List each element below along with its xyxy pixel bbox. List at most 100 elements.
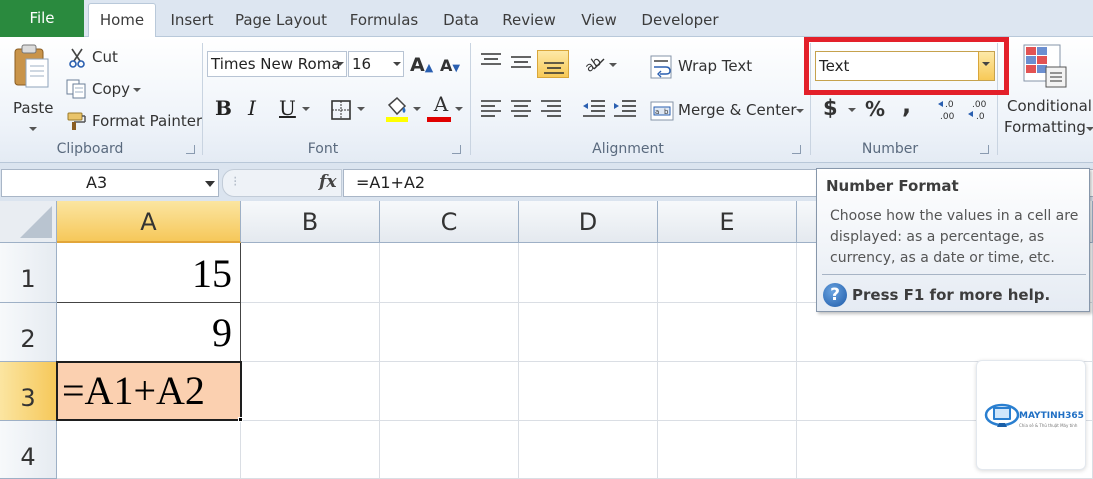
cell-e4[interactable] (658, 421, 797, 479)
wrap-text-button[interactable]: Wrap Text (650, 55, 760, 79)
align-center-icon[interactable] (509, 98, 533, 118)
tooltip-title: Number Format (826, 177, 959, 195)
merge-center-button[interactable]: a b Merge & Center (650, 99, 808, 123)
cell-d2[interactable] (519, 303, 658, 362)
chevron-down-icon[interactable] (609, 63, 617, 67)
conditional-formatting-button[interactable]: Conditional Formatting (1002, 41, 1093, 137)
cell-c3[interactable] (380, 362, 519, 421)
fill-handle[interactable] (238, 417, 243, 422)
cell-c4[interactable] (380, 421, 519, 479)
orientation-icon[interactable]: ab (582, 51, 606, 73)
chevron-down-icon[interactable] (205, 181, 215, 187)
tab-formulas[interactable]: Formulas (344, 6, 424, 36)
font-name-combo[interactable]: Times New Roma (207, 51, 347, 77)
copy-button[interactable]: Copy (66, 79, 146, 101)
cell-c1[interactable] (380, 243, 519, 303)
alignment-dialog-launcher[interactable] (792, 145, 801, 154)
row-header-3[interactable]: 3 (0, 362, 57, 421)
tab-view[interactable]: View (573, 6, 625, 36)
chevron-down-icon[interactable] (413, 107, 421, 111)
decrease-indent-icon[interactable] (581, 98, 607, 118)
number-dialog-launcher[interactable] (980, 145, 989, 154)
cell-a2[interactable]: 9 (57, 303, 241, 362)
font-color-icon[interactable]: A (429, 92, 453, 116)
row-header-2[interactable]: 2 (0, 303, 57, 362)
fill-color-icon[interactable] (384, 95, 410, 123)
italic-button[interactable]: I (248, 96, 256, 120)
chevron-down-icon[interactable] (848, 108, 856, 112)
tab-page-layout[interactable]: Page Layout (230, 6, 332, 36)
borders-icon[interactable] (330, 99, 352, 121)
font-name-value: Times New Roma (211, 55, 341, 73)
percent-style-button[interactable]: % (865, 97, 885, 121)
format-painter-button[interactable]: Format Painter (66, 111, 202, 133)
tab-review[interactable]: Review (497, 6, 561, 36)
font-size-combo[interactable]: 16 (348, 51, 404, 77)
underline-button[interactable]: U (279, 96, 296, 120)
cell-e1[interactable] (658, 243, 797, 303)
align-bottom-button[interactable] (537, 50, 569, 78)
align-right-icon[interactable] (539, 98, 563, 118)
cell-d3[interactable] (519, 362, 658, 421)
cell-e3[interactable] (658, 362, 797, 421)
select-all-button[interactable] (0, 201, 57, 243)
column-header-c[interactable]: C (380, 201, 519, 243)
svg-text:b: b (664, 108, 669, 116)
cell-a3[interactable]: =A1+A2 (56, 361, 242, 421)
font-group-label: Font (307, 141, 339, 157)
cell-d1[interactable] (519, 243, 658, 303)
cell-b3[interactable] (242, 362, 380, 421)
svg-text:ab: ab (583, 54, 605, 73)
increase-indent-icon[interactable] (612, 98, 638, 118)
chevron-down-icon[interactable] (302, 107, 310, 111)
align-left-icon[interactable] (479, 98, 503, 118)
column-header-a[interactable]: A (57, 201, 241, 243)
ribbon-tab-bar: File Home Insert Page Layout Formulas Da… (0, 0, 1093, 38)
tab-file[interactable]: File (0, 0, 84, 37)
font-dialog-launcher[interactable] (452, 145, 461, 154)
chevron-down-icon[interactable] (390, 52, 403, 76)
align-middle-icon[interactable] (509, 51, 533, 71)
chevron-down-icon[interactable] (796, 109, 804, 113)
tab-data[interactable]: Data (437, 6, 485, 36)
cell-c2[interactable] (380, 303, 519, 362)
clipboard-dialog-launcher[interactable] (186, 145, 195, 154)
tooltip-body: Choose how the values in a cell are disp… (830, 208, 1079, 266)
accounting-format-button[interactable]: $ (823, 96, 838, 120)
bold-button[interactable]: B (215, 96, 232, 120)
cell-e2[interactable] (658, 303, 797, 362)
cell-a1[interactable]: 15 (57, 243, 241, 303)
chevron-down-icon[interactable] (455, 107, 463, 111)
column-header-e[interactable]: E (658, 201, 797, 243)
column-header-b[interactable]: B (241, 201, 380, 243)
chevron-down-icon[interactable] (1086, 127, 1093, 131)
conditional-formatting-label-1: Conditional (1007, 97, 1092, 115)
chevron-down-icon[interactable] (357, 107, 365, 111)
row-header-4[interactable]: 4 (0, 421, 57, 479)
cell-a4[interactable] (57, 421, 241, 479)
cell-d4[interactable] (519, 421, 658, 479)
tab-insert[interactable]: Insert (166, 6, 218, 36)
row-header-1[interactable]: 1 (0, 243, 57, 303)
increase-decimal-icon[interactable]: .0 .00 (936, 97, 962, 121)
align-top-icon[interactable] (479, 51, 503, 71)
comma-style-button[interactable]: , (902, 91, 911, 119)
svg-text:.0: .0 (976, 112, 985, 121)
chevron-down-icon[interactable] (333, 52, 346, 76)
column-header-d[interactable]: D (519, 201, 658, 243)
grow-font-icon[interactable]: A▲ (410, 54, 433, 76)
paste-button[interactable]: Paste (6, 41, 58, 133)
insert-function-button[interactable]: fx (319, 172, 336, 192)
cell-b1[interactable] (241, 243, 380, 303)
tab-developer[interactable]: Developer (636, 6, 724, 36)
cell-b4[interactable] (241, 421, 380, 479)
chevron-down-icon (29, 127, 37, 131)
name-box[interactable]: A3 (1, 169, 219, 197)
copy-icon (66, 79, 86, 99)
tab-home[interactable]: Home (88, 3, 156, 38)
shrink-font-icon[interactable]: A▼ (440, 56, 460, 75)
cut-button[interactable]: Cut (66, 47, 126, 69)
decrease-decimal-icon[interactable]: .00 .0 (966, 97, 992, 121)
cancel-icon[interactable]: ⁝ (233, 174, 237, 190)
cell-b2[interactable] (241, 303, 380, 362)
